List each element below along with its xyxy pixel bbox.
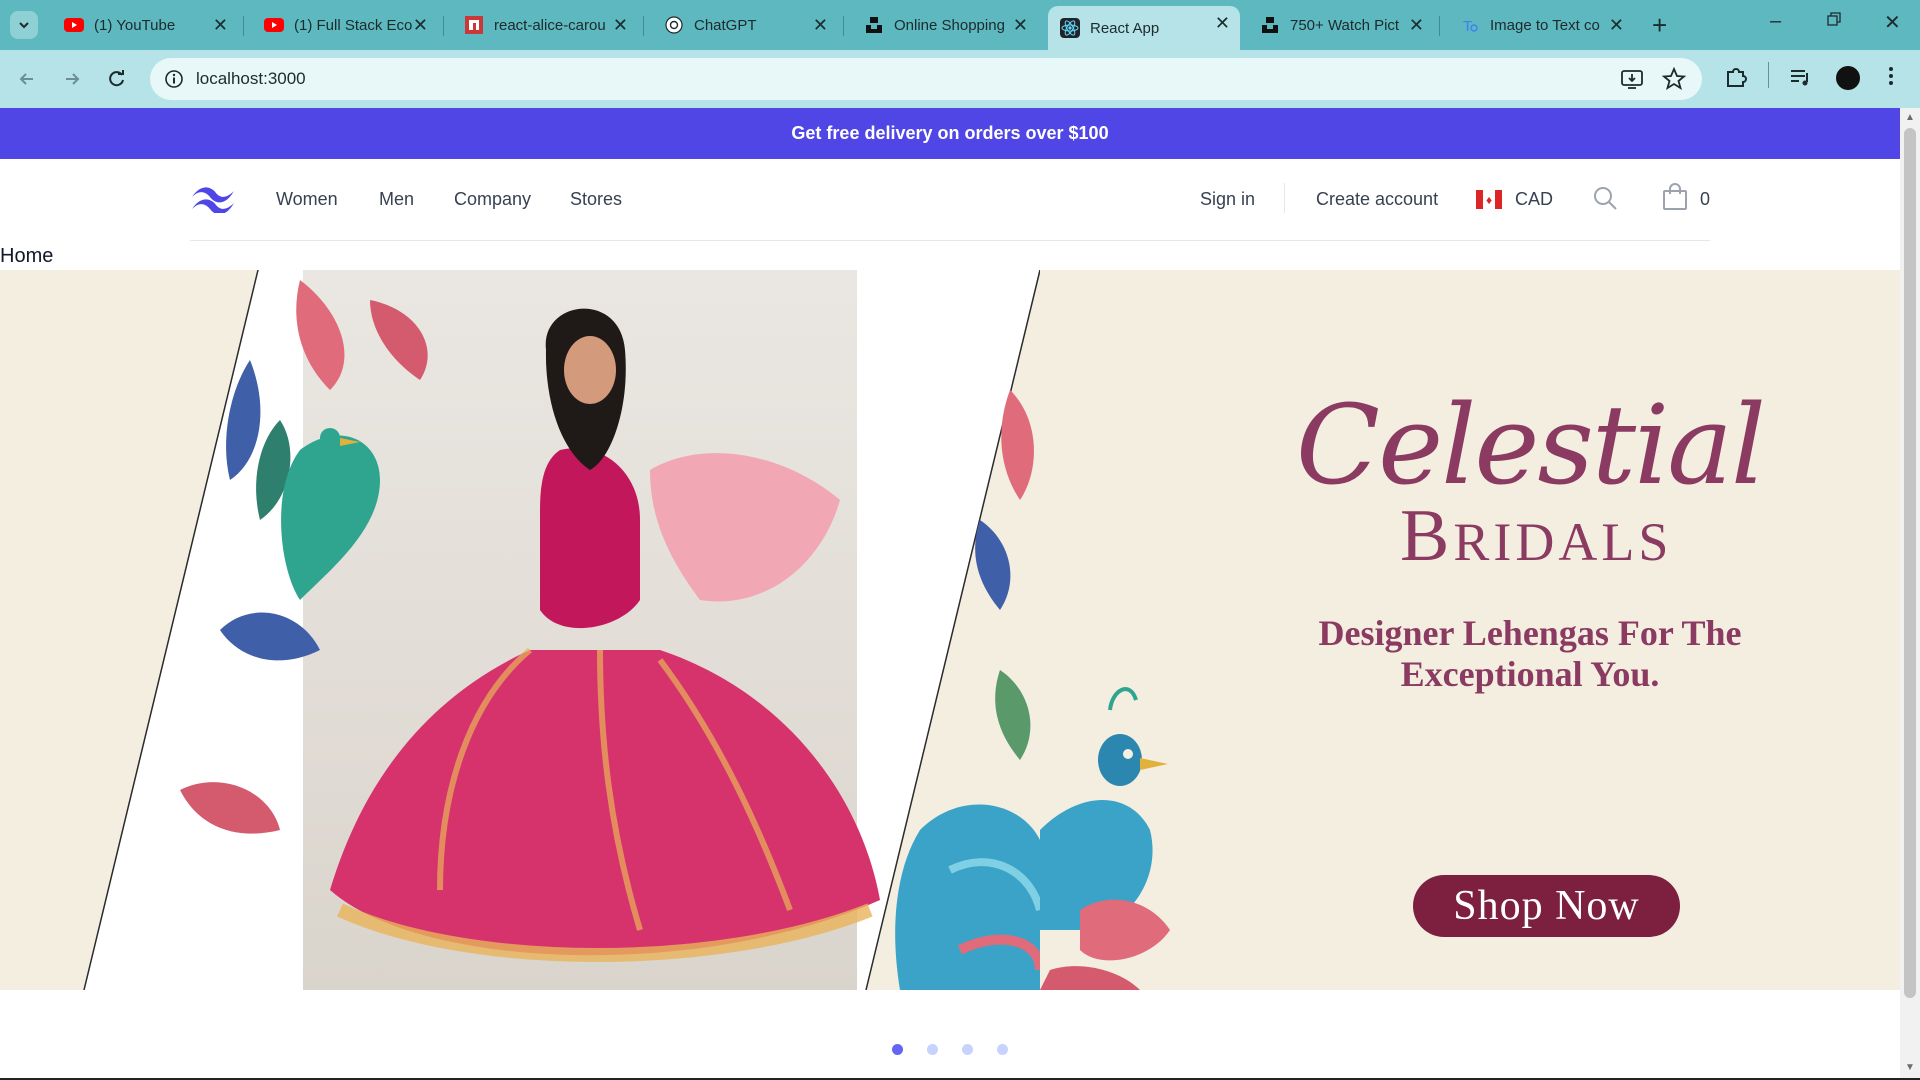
header-divider: [1284, 183, 1285, 213]
tailwind-logo-icon: [192, 187, 234, 215]
minimize-button[interactable]: –: [1770, 10, 1781, 33]
tab-divider: [443, 16, 444, 36]
translate-icon: T: [1460, 15, 1480, 35]
unsplash-icon: [1260, 15, 1280, 35]
hero-tagline: Designer Lehengas For The Exceptional Yo…: [1318, 613, 1742, 695]
hero-artwork: [83, 270, 1040, 990]
close-icon[interactable]: ✕: [813, 15, 828, 36]
tab-watch-pictures[interactable]: 750+ Watch Pict ✕: [1248, 8, 1434, 42]
npm-icon: [464, 15, 484, 35]
close-icon[interactable]: ✕: [613, 15, 628, 36]
close-icon[interactable]: ✕: [1609, 15, 1624, 36]
cart-count: 0: [1700, 189, 1711, 209]
nav-stores[interactable]: Stores: [570, 189, 622, 210]
tab-divider: [1439, 16, 1440, 36]
url-text: localhost:3000: [196, 69, 306, 88]
close-icon[interactable]: ✕: [1215, 13, 1230, 34]
scroll-down-icon[interactable]: ▼: [1905, 1062, 1915, 1073]
create-account-link[interactable]: Create account: [1316, 189, 1438, 210]
extensions-icon[interactable]: [1724, 64, 1750, 95]
arrow-right-icon: [66, 73, 80, 85]
reload-icon: [109, 70, 124, 87]
tab-full-stack[interactable]: (1) Full Stack Eco ✕: [252, 8, 438, 42]
nav-men[interactable]: Men: [379, 189, 414, 210]
tab-online-shopping[interactable]: Online Shopping ✕: [852, 8, 1038, 42]
scrollbar-thumb[interactable]: [1904, 128, 1916, 998]
shop-now-button[interactable]: Shop Now: [1413, 875, 1680, 937]
arrow-left-icon: [19, 73, 33, 85]
tab-divider: [243, 16, 244, 36]
close-icon[interactable]: ✕: [1013, 15, 1028, 36]
sign-in-link[interactable]: Sign in: [1200, 189, 1255, 210]
forward-button[interactable]: [57, 64, 87, 94]
carousel-dot-2[interactable]: [927, 1044, 938, 1055]
youtube-icon: [264, 15, 284, 35]
close-icon[interactable]: ✕: [413, 15, 428, 36]
toolbar-divider: [1768, 62, 1769, 88]
carousel-dot-3[interactable]: [962, 1044, 973, 1055]
more-menu-icon[interactable]: [1886, 64, 1896, 93]
youtube-icon: [64, 15, 84, 35]
restore-icon: [1827, 12, 1841, 26]
site-header: Women Men Company Stores Sign in Create …: [190, 159, 1710, 241]
hero-subtitle-rest: RIDALS: [1453, 512, 1673, 572]
tab-search-button[interactable]: [10, 11, 38, 39]
window-close-button[interactable]: ✕: [1884, 10, 1901, 35]
address-bar[interactable]: localhost:3000: [150, 58, 1702, 100]
shopping-bag-icon[interactable]: [1662, 183, 1688, 216]
nav-women[interactable]: Women: [276, 189, 338, 210]
chatgpt-icon: [664, 15, 684, 35]
tab-react-app[interactable]: React App ✕: [1048, 6, 1240, 50]
search-icon[interactable]: [1592, 185, 1618, 216]
canada-flag-icon[interactable]: ♦: [1476, 190, 1502, 209]
chevron-down-icon: [19, 22, 29, 29]
reload-button[interactable]: [102, 64, 132, 94]
back-button[interactable]: [12, 64, 42, 94]
profile-avatar[interactable]: [1836, 66, 1860, 90]
tab-divider: [843, 16, 844, 36]
page-scrollbar[interactable]: ▲ ▼: [1900, 108, 1920, 1080]
browser-tabstrip: (1) YouTube ✕ (1) Full Stack Eco ✕ react…: [0, 0, 1920, 50]
hero-subtitle-initial: B: [1400, 495, 1454, 577]
hero-title: Celestial: [1295, 381, 1766, 509]
react-icon: [1060, 18, 1080, 38]
tab-chatgpt[interactable]: ChatGPT ✕: [652, 8, 838, 42]
bookmark-star-icon[interactable]: [1661, 66, 1687, 96]
install-app-icon[interactable]: [1620, 67, 1644, 96]
tab-image-to-text[interactable]: T Image to Text co ✕: [1448, 8, 1634, 42]
tab-youtube[interactable]: (1) YouTube ✕: [52, 8, 238, 42]
hero-text-block: Celestial BRIDALS Designer Lehengas For …: [1260, 390, 1800, 696]
page-viewport: Get free delivery on orders over $100 Wo…: [0, 108, 1900, 1080]
new-tab-button[interactable]: +: [1652, 10, 1667, 41]
carousel-dot-1[interactable]: [892, 1044, 903, 1055]
carousel-dot-4[interactable]: [997, 1044, 1008, 1055]
brand-logo[interactable]: [190, 183, 236, 218]
media-control-icon[interactable]: [1788, 64, 1814, 95]
close-icon[interactable]: ✕: [1409, 15, 1424, 36]
promo-banner: Get free delivery on orders over $100: [0, 108, 1900, 159]
scroll-up-icon[interactable]: ▲: [1905, 112, 1915, 123]
currency-selector[interactable]: CAD: [1515, 189, 1553, 210]
nav-company[interactable]: Company: [454, 189, 531, 210]
close-icon[interactable]: ✕: [213, 15, 228, 36]
restore-button[interactable]: [1826, 10, 1842, 33]
site-info-icon[interactable]: [164, 69, 184, 94]
breadcrumb[interactable]: Home: [0, 245, 53, 268]
tab-npm[interactable]: react-alice-carou ✕: [452, 8, 638, 42]
unsplash-icon: [864, 15, 884, 35]
svg-text:T: T: [1463, 18, 1472, 34]
tab-divider: [643, 16, 644, 36]
carousel-dots: [0, 1044, 1900, 1064]
peacock-artwork: [1040, 687, 1170, 990]
